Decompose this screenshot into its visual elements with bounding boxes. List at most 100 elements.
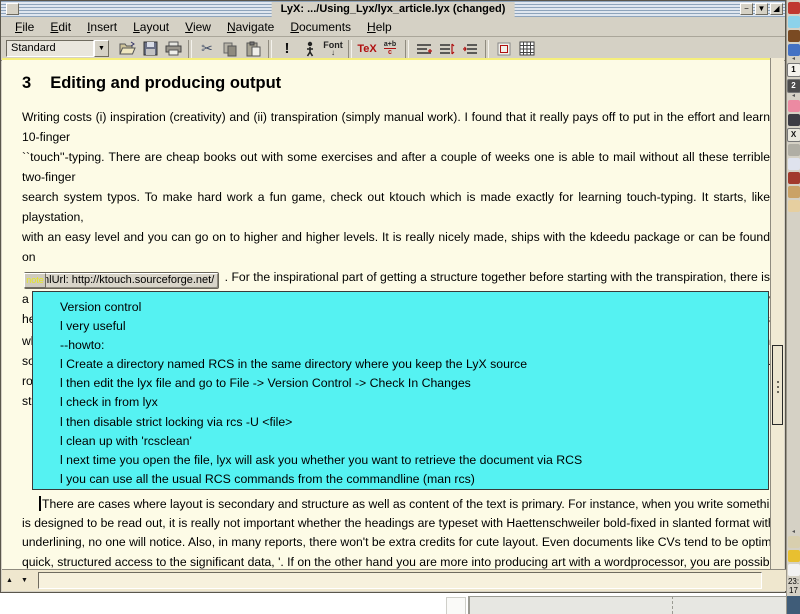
pager-desktop-2[interactable]: 2 [787, 79, 800, 93]
floppy-disk-icon [143, 41, 158, 56]
toolbar-separator [188, 40, 192, 58]
app-icon-globe[interactable] [788, 44, 800, 56]
minibuffer-input[interactable] [38, 572, 762, 589]
print-button[interactable] [162, 38, 184, 59]
app-icon-clock[interactable] [788, 564, 800, 576]
pager-desktop-1[interactable]: 1 [787, 63, 800, 77]
depth-increment-button[interactable] [436, 38, 458, 59]
menu-layout[interactable]: Layout [125, 19, 177, 35]
text-line: underlining, no one will notice. Also, i… [22, 533, 770, 552]
app-icon-redbrown[interactable] [788, 172, 800, 184]
printer-icon [165, 41, 182, 56]
text-line: is designed to be read out, it is really… [22, 514, 770, 533]
canvas-top-highlight [2, 58, 772, 60]
math-mode-button[interactable]: a+b c [379, 38, 401, 59]
background-window-fragment [468, 596, 787, 614]
toolbar-separator [268, 40, 272, 58]
section-heading: 3 Editing and producing output [22, 74, 281, 93]
insert-table-button[interactable] [516, 38, 538, 59]
clock-time: 23: [788, 577, 799, 586]
change-depth-button[interactable] [459, 38, 481, 59]
minimize-button[interactable]: − [740, 3, 753, 15]
maximize-button[interactable]: ▼ [755, 3, 768, 15]
minibuffer-down-button[interactable]: ▼ [17, 573, 32, 588]
depth-decrement-button[interactable] [413, 38, 435, 59]
note-line: l then edit the lyx file and go to File … [60, 374, 768, 393]
panel-taskbar-item[interactable] [787, 596, 800, 614]
scrollbar-thumb[interactable] [772, 345, 783, 425]
list-lines-icon [416, 42, 432, 56]
text-line: Writing costs (i) inspiration (creativit… [22, 107, 770, 147]
note-line: l check in from lyx [60, 393, 768, 412]
title-bar[interactable]: LyX: .../Using_Lyx/lyx_article.lyx (chan… [1, 1, 785, 17]
tex-icon: TeX [357, 43, 376, 55]
toolbar-separator [348, 40, 352, 58]
menu-help[interactable]: Help [359, 19, 400, 35]
text-line: with an easy level and you can go on to … [22, 227, 770, 267]
paste-button[interactable] [242, 38, 264, 59]
text-line: ``touch''-typing. There are cheap books … [22, 147, 770, 187]
combo-dropdown-arrow[interactable]: ▼ [94, 40, 109, 57]
window-menu-button[interactable] [6, 3, 19, 15]
noun-button[interactable] [299, 38, 321, 59]
app-icon-window[interactable] [788, 158, 800, 170]
app-icon-brown[interactable] [788, 30, 800, 42]
text-line: There are cases where layout is secondar… [22, 495, 770, 514]
font-button[interactable]: Font ↓ [322, 38, 344, 59]
app-icon-x[interactable]: X [787, 128, 800, 142]
app-icon-gray[interactable] [788, 144, 800, 156]
minibuffer-up-button[interactable]: ▲ [2, 573, 17, 588]
note-inset-button[interactable]: note [24, 273, 46, 288]
inset-htmlurl[interactable]: HtmlUrl: http://ktouch.sourceforge.net/ [24, 272, 219, 289]
app-icon-person[interactable] [788, 200, 800, 212]
clock-date: 17 [789, 586, 798, 595]
note-line: l very useful [60, 317, 768, 336]
emphasize-icon: ! [285, 40, 290, 57]
note-line: Version control [60, 298, 768, 317]
panel-handle-arrow[interactable]: ◂ [792, 94, 795, 99]
note-line: l then disable strict locking via rcs -U… [60, 413, 768, 432]
app-icon-heart[interactable] [788, 100, 800, 112]
section-title: Editing and producing output [50, 74, 281, 92]
app-icon-dark[interactable] [788, 114, 800, 126]
vertical-scrollbar[interactable] [770, 58, 784, 571]
menu-navigate[interactable]: Navigate [219, 19, 282, 35]
note-line: l Create a directory named RCS in the sa… [60, 355, 768, 374]
menu-view[interactable]: View [177, 19, 219, 35]
app-icon-gem[interactable] [788, 16, 800, 28]
panel-handle-arrow[interactable]: ◂ [792, 530, 795, 535]
copy-button[interactable] [219, 38, 241, 59]
cut-button[interactable]: ✂ [196, 38, 218, 59]
open-button[interactable] [116, 38, 138, 59]
menu-edit[interactable]: Edit [42, 19, 79, 35]
menu-documents[interactable]: Documents [282, 19, 359, 35]
app-icon-red[interactable] [788, 2, 800, 14]
menu-insert[interactable]: Insert [79, 19, 125, 35]
scissors-icon: ✂ [201, 40, 213, 57]
close-button[interactable]: ◢ [770, 3, 783, 15]
save-button[interactable] [139, 38, 161, 59]
indent-lines-icon [462, 42, 478, 56]
menu-bar: FileEditInsertLayoutViewNavigateDocument… [1, 17, 785, 37]
paragraph-style-value[interactable]: Standard [6, 40, 94, 57]
emphasize-button[interactable]: ! [276, 38, 298, 59]
paragraph-style-combo[interactable]: Standard ▼ [6, 40, 109, 57]
open-folder-icon [119, 41, 136, 56]
app-icon-folder[interactable] [788, 550, 800, 562]
note-line: --howto: [60, 336, 768, 355]
note-box[interactable]: Version controll very useful--howto:l Cr… [32, 291, 769, 490]
note-line: l clean up with 'rcsclean' [60, 432, 768, 451]
document-canvas[interactable]: 3 Editing and producing output Writing co… [2, 58, 772, 571]
paste-clipboard-icon [245, 41, 261, 57]
app-icon-file[interactable] [788, 536, 800, 548]
desktop: { "window": { "title": "LyX: .../Using_L… [0, 0, 800, 614]
panel-handle-arrow[interactable]: ◂ [792, 57, 795, 62]
menu-file[interactable]: File [7, 19, 42, 35]
section-number: 3 [22, 74, 31, 92]
app-icon-tan[interactable] [788, 186, 800, 198]
insert-figure-button[interactable] [493, 38, 515, 59]
tex-mode-button[interactable]: TeX [356, 38, 378, 59]
lyx-window: LyX: .../Using_Lyx/lyx_article.lyx (chan… [0, 0, 786, 593]
list-lines-arrows-icon [439, 42, 455, 56]
note-line: l you can use all the usual RCS commands… [60, 470, 768, 489]
